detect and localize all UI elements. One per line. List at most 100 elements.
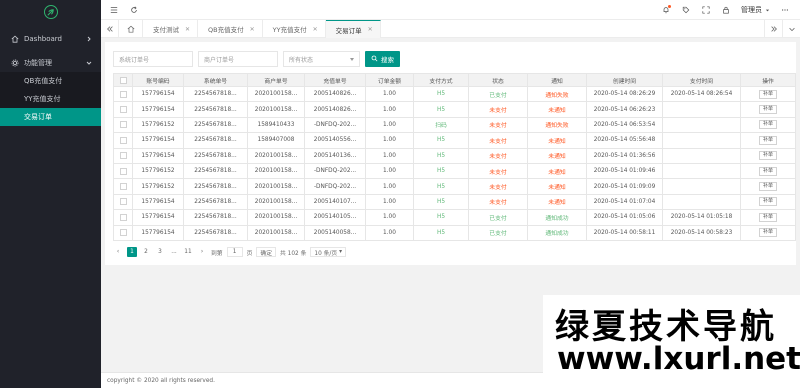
- table-cell: 1.00: [365, 224, 414, 241]
- table-cell: -DNFDQ-202...: [304, 116, 366, 134]
- reissue-order-button[interactable]: 补单: [758, 135, 777, 145]
- row-checkbox[interactable]: [119, 106, 127, 114]
- table-cell: 2020-05-14 01:09:46: [586, 162, 663, 180]
- table-cell: 22545678​18...: [183, 193, 248, 211]
- page-11[interactable]: 11: [183, 247, 193, 257]
- tab-label: 交易订单: [335, 26, 362, 35]
- user-menu[interactable]: 管理员: [741, 5, 770, 15]
- table-cell: [662, 162, 741, 180]
- merchant-order-input[interactable]: 商户订单号: [198, 51, 278, 67]
- goto-confirm-button[interactable]: 确定: [256, 247, 277, 257]
- tab-yy-recharge[interactable]: YY充值支付 ✕: [263, 20, 326, 38]
- sidebar: Dashboard 功能管理 QB充值支付 YY充值支付 交易订单: [0, 0, 101, 388]
- table-cell: H5: [413, 147, 469, 164]
- chevron-down-icon: [85, 59, 93, 67]
- row-checkbox[interactable]: [119, 229, 127, 237]
- tab-menu-icon[interactable]: [782, 20, 800, 38]
- select-all-checkbox[interactable]: [119, 76, 127, 84]
- table-cell: 157796152: [132, 162, 184, 180]
- sidebar-item-qb-recharge[interactable]: QB充值支付: [0, 72, 101, 90]
- row-checkbox[interactable]: [119, 136, 127, 144]
- prev-page-icon[interactable]: ‹: [113, 247, 123, 257]
- page-1[interactable]: 1: [127, 247, 137, 257]
- reissue-order-button[interactable]: 补单: [758, 197, 777, 207]
- table-cell: -DNFDQ-202...: [304, 162, 366, 180]
- page-3[interactable]: 3: [155, 247, 165, 257]
- table-cell: 1.00: [365, 178, 414, 195]
- tag-icon[interactable]: [681, 5, 691, 15]
- sidebar-group-function[interactable]: 功能管理: [0, 54, 101, 72]
- table-cell: 2005140556...: [304, 132, 366, 149]
- page-2[interactable]: 2: [141, 247, 151, 257]
- menu-toggle-icon[interactable]: [109, 5, 119, 15]
- select-all-checkbox-cell[interactable]: [113, 73, 133, 87]
- table-cell: 157796154: [132, 147, 184, 164]
- table-cell: 补单: [740, 116, 796, 134]
- row-checkbox-cell: [113, 193, 133, 211]
- table-cell: 未通知: [527, 178, 587, 195]
- close-icon[interactable]: ✕: [185, 26, 190, 33]
- more-icon[interactable]: [780, 5, 790, 15]
- sidebar-item-label: YY充值支付: [24, 95, 61, 103]
- table-cell: 2020-05-14 01:05:06: [586, 209, 663, 226]
- table-cell: 通知失败: [527, 116, 587, 134]
- table-cell: 补单: [740, 193, 796, 211]
- tab-qb-recharge[interactable]: QB充值支付 ✕: [198, 20, 263, 38]
- table-cell: [662, 116, 741, 134]
- watermark-url: www.lxurl.net: [557, 341, 800, 377]
- table-cell: 未通知: [527, 132, 587, 149]
- goto-page-input[interactable]: 1: [226, 247, 243, 257]
- fullscreen-icon[interactable]: [701, 5, 711, 15]
- reissue-order-button[interactable]: 补单: [758, 89, 777, 99]
- next-page-icon[interactable]: ›: [197, 247, 207, 257]
- row-checkbox[interactable]: [119, 121, 127, 129]
- row-checkbox[interactable]: [119, 183, 127, 191]
- reissue-order-button[interactable]: 补单: [758, 228, 777, 238]
- table-cell: 2020100158...: [247, 224, 305, 241]
- row-checkbox-cell: [113, 162, 133, 180]
- table-cell: [662, 101, 741, 118]
- row-checkbox[interactable]: [119, 167, 127, 175]
- sidebar-item-yy-recharge[interactable]: YY充值支付: [0, 90, 101, 108]
- table-cell: 1.00: [365, 101, 414, 118]
- row-checkbox[interactable]: [119, 213, 127, 221]
- close-icon[interactable]: ✕: [250, 26, 255, 33]
- reissue-order-button[interactable]: 补单: [758, 166, 777, 176]
- per-page-select[interactable]: 10 条/页 ▾: [310, 247, 347, 257]
- tab-scroll-right-icon[interactable]: [764, 20, 782, 38]
- reissue-order-button[interactable]: 补单: [758, 212, 777, 222]
- row-checkbox[interactable]: [119, 90, 127, 98]
- table-cell: 2020-05-14 06:26:23: [586, 101, 663, 118]
- sidebar-item-dashboard[interactable]: Dashboard: [0, 30, 101, 48]
- table-cell: 157796154: [132, 132, 184, 149]
- table-row: 157796154 22545678​18... 2020100158... 2005…: [113, 193, 796, 211]
- bell-icon[interactable]: [661, 5, 671, 15]
- table-cell: 2005140136...: [304, 147, 366, 164]
- reissue-order-button[interactable]: 补单: [758, 120, 777, 130]
- reissue-order-button[interactable]: 补单: [758, 105, 777, 115]
- table-cell: 22545678​18...: [183, 162, 248, 180]
- reissue-order-button[interactable]: 补单: [758, 182, 777, 192]
- status-select[interactable]: 所有状态: [283, 51, 360, 67]
- sidebar-item-orders[interactable]: 交易订单: [0, 108, 101, 126]
- tab-orders[interactable]: 交易订单 ✕: [325, 20, 381, 38]
- home-tab-icon[interactable]: [119, 20, 143, 38]
- refresh-icon[interactable]: [129, 5, 139, 15]
- table-cell: [662, 178, 741, 195]
- table-cell: 补单: [740, 132, 796, 149]
- sidebar-group-label: 功能管理: [24, 59, 52, 67]
- close-icon[interactable]: ✕: [368, 26, 373, 33]
- system-order-input[interactable]: 系统订单号: [113, 51, 193, 67]
- row-checkbox-cell: [113, 178, 133, 195]
- close-icon[interactable]: ✕: [313, 26, 318, 33]
- logo[interactable]: [0, 0, 101, 24]
- row-checkbox[interactable]: [119, 198, 127, 206]
- search-button[interactable]: 搜索: [365, 51, 400, 67]
- row-checkbox[interactable]: [119, 152, 127, 160]
- lock-icon[interactable]: [721, 5, 731, 15]
- table-cell: 1589410433: [247, 116, 305, 134]
- reissue-order-button[interactable]: 补单: [758, 151, 777, 161]
- table-cell: H5: [413, 85, 469, 103]
- tab-pay-test[interactable]: 支付测试 ✕: [143, 20, 199, 38]
- tab-scroll-left-icon[interactable]: [101, 20, 119, 38]
